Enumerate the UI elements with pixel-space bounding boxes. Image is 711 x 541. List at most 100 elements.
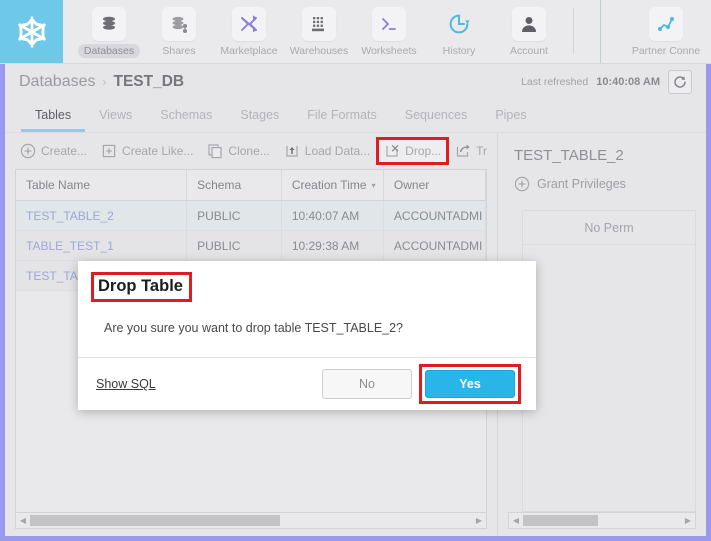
cell-owner: ACCOUNTADMI <box>384 231 486 260</box>
transfer-ownership-button[interactable]: Tr <box>450 140 492 162</box>
grant-privileges-label: Grant Privileges <box>537 177 626 191</box>
drop-button-label: Drop... <box>405 144 442 158</box>
plus-circle-icon <box>514 176 530 192</box>
breadcrumb-bar: Databases › TEST_DB Last refreshed 10:40… <box>5 64 706 100</box>
databases-icon <box>92 7 126 41</box>
nav-item-marketplace[interactable]: Marketplace <box>214 0 284 58</box>
clone-button[interactable]: Clone... <box>202 140 274 162</box>
nav-item-shares[interactable]: Shares <box>144 0 214 58</box>
account-icon <box>512 7 546 41</box>
shares-icon <box>162 7 196 41</box>
snowflake-web-ui: Databases Shares Marketplace Warehouses … <box>0 0 711 541</box>
nav-item-partner-connect[interactable]: Partner Conne <box>621 0 711 58</box>
column-header-creation-time[interactable]: Creation Time ▾ <box>282 170 384 200</box>
no-button[interactable]: No <box>322 369 412 399</box>
breadcrumb-separator-icon: › <box>102 75 107 89</box>
scroll-left-icon[interactable]: ◀ <box>509 516 523 525</box>
cell-table-name[interactable]: TABLE_TEST_1 <box>16 231 188 260</box>
tab-stages[interactable]: Stages <box>226 100 293 132</box>
grant-privileges-button[interactable]: Grant Privileges <box>498 164 706 192</box>
nav-right-section: Partner Conne <box>600 0 711 63</box>
nav-item-account[interactable]: Account <box>494 0 564 58</box>
dialog-buttons: No Yes <box>322 364 521 404</box>
transfer-ownership-button-label: Tr <box>476 144 488 158</box>
nav-label-history: History <box>442 45 476 57</box>
scrollbar-thumb[interactable] <box>30 515 280 526</box>
scrollbar-track[interactable] <box>30 515 472 526</box>
tables-grid-header: Table Name Schema Creation Time ▾ Owner <box>16 170 486 201</box>
create-like-button[interactable]: Create Like... <box>96 140 198 162</box>
column-header-table-name[interactable]: Table Name <box>16 170 188 200</box>
scroll-left-icon[interactable]: ◀ <box>16 516 30 525</box>
nav-item-history[interactable]: History <box>424 0 494 58</box>
scrollbar-track[interactable] <box>523 515 681 526</box>
warehouses-icon <box>302 7 336 41</box>
tab-pipes[interactable]: Pipes <box>481 100 540 132</box>
create-button-label: Create... <box>41 144 88 158</box>
nav-item-databases[interactable]: Databases <box>74 0 144 58</box>
tab-views[interactable]: Views <box>85 100 146 132</box>
nav-label-marketplace: Marketplace <box>220 45 278 57</box>
tab-sequences[interactable]: Sequences <box>391 100 482 132</box>
tables-horizontal-scrollbar[interactable]: ◀ ▶ <box>15 512 487 529</box>
transfer-icon <box>455 143 471 159</box>
copy-plus-icon <box>101 143 117 159</box>
cell-created: 10:29:38 AM <box>282 231 384 260</box>
nav-label-worksheets: Worksheets <box>361 45 417 57</box>
scrollbar-thumb[interactable] <box>523 515 598 526</box>
table-row[interactable]: TABLE_TEST_1 PUBLIC 10:29:38 AM ACCOUNTA… <box>16 231 486 261</box>
dialog-footer: Show SQL No Yes <box>78 358 536 410</box>
scroll-right-icon[interactable]: ▶ <box>681 516 695 525</box>
breadcrumb-root[interactable]: Databases <box>19 73 96 91</box>
cell-table-name[interactable]: TEST_TABLE_2 <box>16 201 188 230</box>
top-navigation-bar: Databases Shares Marketplace Warehouses … <box>0 0 711 64</box>
detail-pane-title: TEST_TABLE_2 <box>514 147 624 164</box>
tab-bar: Tables Views Schemas Stages File Formats… <box>5 100 706 133</box>
nav-item-warehouses[interactable]: Warehouses <box>284 0 354 58</box>
last-refreshed-time: 10:40:08 AM <box>596 76 660 88</box>
load-data-button[interactable]: Load Data... <box>279 140 375 162</box>
breadcrumb-current: TEST_DB <box>113 73 185 90</box>
plus-circle-icon <box>20 143 36 159</box>
privileges-filler-row <box>523 245 695 278</box>
privileges-grid: No Perm <box>522 210 696 512</box>
last-refreshed-label: Last refreshed <box>521 76 589 88</box>
marketplace-icon <box>232 7 266 41</box>
load-data-icon <box>284 143 300 159</box>
tab-schemas[interactable]: Schemas <box>146 100 226 132</box>
clone-button-label: Clone... <box>228 144 270 158</box>
drop-icon <box>384 143 400 159</box>
column-header-schema[interactable]: Schema <box>187 170 282 200</box>
nav-item-worksheets[interactable]: Worksheets <box>354 0 424 58</box>
show-sql-link[interactable]: Show SQL <box>96 377 156 391</box>
scroll-right-icon[interactable]: ▶ <box>472 516 486 525</box>
create-button[interactable]: Create... <box>15 140 92 162</box>
cell-owner: ACCOUNTADMI <box>384 201 486 230</box>
nav-label-shares: Shares <box>162 45 196 57</box>
yes-button[interactable]: Yes <box>425 370 515 398</box>
history-icon <box>442 7 476 41</box>
partner-connect-icon <box>649 7 683 41</box>
tab-file-formats[interactable]: File Formats <box>293 100 390 132</box>
clone-icon <box>207 143 223 159</box>
snowflake-logo[interactable] <box>0 0 63 63</box>
dialog-header: Drop Table <box>78 261 536 310</box>
nav-items: Databases Shares Marketplace Warehouses … <box>63 0 600 63</box>
drop-table-dialog: Drop Table Are you sure you want to drop… <box>78 261 536 410</box>
nav-label-databases: Databases <box>77 44 141 58</box>
nav-divider <box>573 8 574 53</box>
refresh-button[interactable] <box>668 70 692 94</box>
drop-button[interactable]: Drop... <box>376 137 450 165</box>
refresh-icon <box>674 76 686 88</box>
column-header-owner[interactable]: Owner <box>384 170 486 200</box>
privileges-horizontal-scrollbar[interactable]: ◀ ▶ <box>508 512 696 529</box>
nav-label-warehouses: Warehouses <box>289 45 349 57</box>
table-row[interactable]: TEST_TABLE_2 PUBLIC 10:40:07 AM ACCOUNTA… <box>16 201 486 231</box>
refresh-area: Last refreshed 10:40:08 AM <box>521 70 692 94</box>
load-data-button-label: Load Data... <box>304 144 371 158</box>
cell-schema: PUBLIC <box>187 201 282 230</box>
sort-descending-icon: ▾ <box>371 180 376 190</box>
create-like-button-label: Create Like... <box>122 144 194 158</box>
nav-label-partner-connect: Partner Conne <box>631 45 701 57</box>
tab-tables[interactable]: Tables <box>21 100 86 132</box>
